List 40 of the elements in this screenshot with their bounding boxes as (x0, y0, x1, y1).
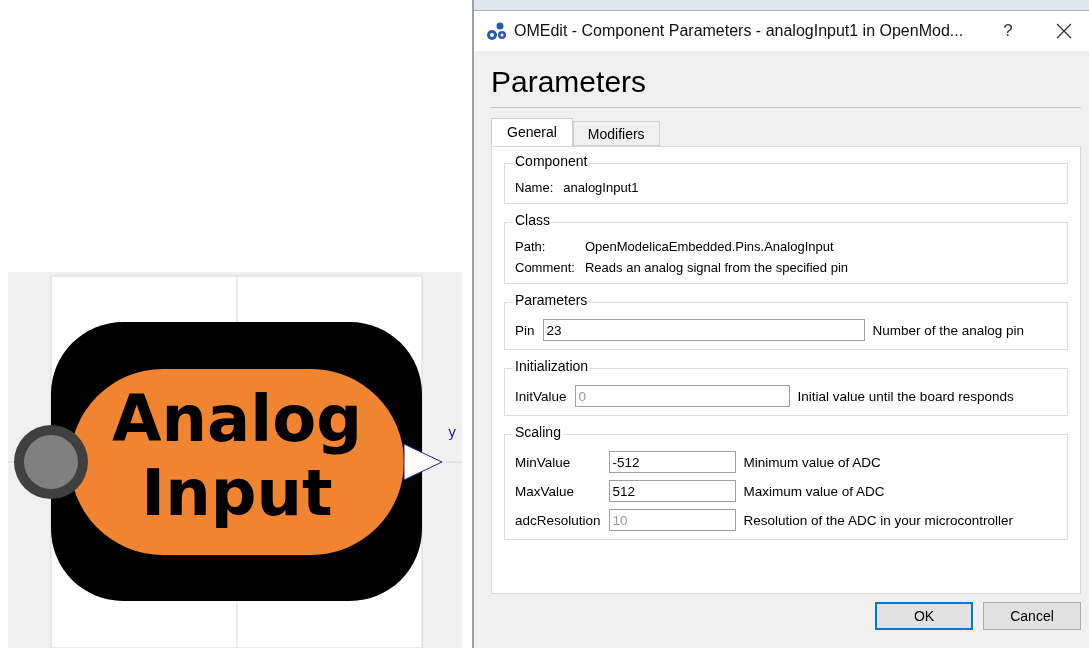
field-value: OpenModelicaEmbedded.Pins.AnalogInput (584, 239, 835, 254)
output-connector-icon[interactable] (403, 443, 443, 481)
block-title: Analog (112, 382, 362, 456)
parameter-label: MaxValue (515, 483, 576, 499)
help-button[interactable]: ? (983, 11, 1033, 51)
dialog-button[interactable]: OK (875, 602, 973, 630)
window-title: OMEdit - Component Parameters - analogInput1 in OpenMod... (514, 22, 965, 40)
parameter-comment: Number of the analog pin (872, 322, 1026, 338)
parameter-input[interactable]: -512 (608, 451, 736, 473)
close-icon (1056, 23, 1072, 39)
field-value: Reads an analog signal from the specified pin (584, 260, 850, 275)
parameter-label: adcResolution (515, 512, 601, 528)
parameter-label: InitValue (515, 388, 567, 404)
parameter-input[interactable]: 10 (608, 509, 736, 531)
group-title: Class (513, 212, 552, 228)
parameter-comment: Initial value until the board responds (797, 388, 1015, 404)
field-value: analogInput1 (563, 180, 640, 195)
tab[interactable]: General (491, 118, 573, 146)
parameter-input[interactable]: 23 (542, 319, 865, 341)
parameter-input[interactable]: 512 (608, 480, 736, 502)
parameter-comment: Maximum value of ADC (743, 483, 886, 499)
group-title: Parameters (513, 292, 590, 308)
tab[interactable]: Modifiers (572, 121, 660, 146)
field-label: Path: (515, 239, 547, 254)
group-title: Component (513, 153, 590, 169)
block-title: Input (141, 456, 333, 530)
group-title: Scaling (513, 424, 563, 440)
parameter-comment: Resolution of the ADC in your microcontroller (743, 512, 1014, 528)
parameter-comment: Minimum value of ADC (743, 454, 882, 470)
dialog-button[interactable]: Cancel (983, 602, 1081, 630)
parameter-label: Pin (515, 322, 535, 338)
dialog-heading: Parameters (491, 65, 1081, 108)
field-label: Comment: (515, 260, 575, 275)
field-label: Name: (515, 180, 554, 195)
parameter-input[interactable]: 0 (574, 385, 790, 407)
input-connector-icon[interactable] (14, 425, 88, 499)
parameter-label: MinValue (515, 454, 572, 470)
group-title: Initialization (513, 358, 591, 374)
output-label: y (448, 424, 457, 440)
gears-icon (486, 21, 508, 41)
